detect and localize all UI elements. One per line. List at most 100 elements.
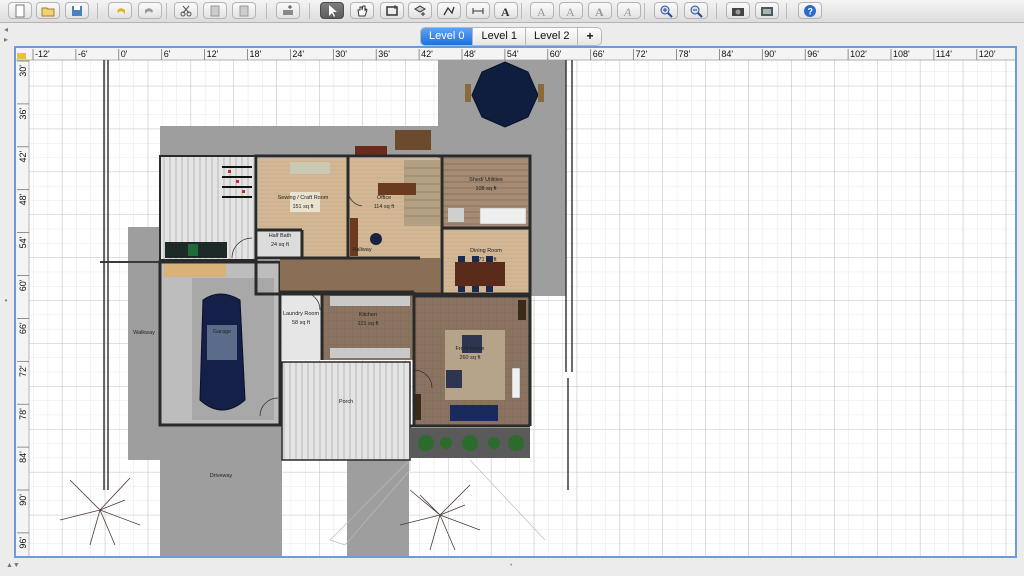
toolbar-separator (309, 3, 310, 19)
room-area-laundry: 58 sq ft (292, 320, 311, 326)
room-name-walkway: Walkway (133, 330, 155, 336)
text-style-2-button[interactable]: A (559, 2, 583, 19)
room-name-laundry: Laundry Room (283, 311, 319, 317)
gutter-arrow-icon[interactable]: ◂ (0, 26, 12, 34)
tv-stand (511, 367, 521, 399)
folder-icon (41, 7, 55, 16)
bold-icon: A (595, 5, 604, 18)
cut-button[interactable] (174, 2, 198, 19)
add-furniture-icon (283, 4, 293, 15)
patio-chair (538, 84, 544, 102)
gutter-arrow-icon[interactable]: ▸ (0, 36, 12, 44)
ruler-label: 60' (18, 279, 28, 291)
redo-button[interactable] (138, 2, 162, 19)
ruler-label: 102' (850, 49, 867, 59)
plan-view[interactable]: -12' -6' 0' 6' 12' 18' 24' 30' 36' 42' 48' 54' 60' 66… (14, 46, 1017, 558)
paste-button[interactable] (232, 2, 256, 19)
add-furniture-button[interactable] (276, 2, 300, 19)
tab-level-0[interactable]: Level 0 (421, 28, 474, 45)
create-polylines-button[interactable] (437, 2, 461, 19)
room-area-sewing: 151 sq ft (292, 204, 314, 210)
collapse-arrows-icon[interactable]: ▲▼ (6, 562, 20, 569)
garage-shelf (164, 264, 226, 277)
ruler-label: 78' (18, 408, 28, 420)
svg-text:A: A (566, 5, 575, 18)
room-name-front: Front Room (455, 346, 484, 352)
ruler-label: 84' (721, 49, 733, 59)
ruler-label: 18' (250, 49, 262, 59)
gutter-arrow-icon[interactable]: • (0, 297, 12, 305)
ruler-label: 6' (164, 49, 171, 59)
create-rooms-button[interactable] (408, 2, 432, 19)
hallway-floor (280, 258, 440, 294)
porch (281, 361, 411, 461)
room-name-garage: Garage (213, 329, 231, 335)
room-name-porch: Porch (339, 399, 353, 405)
text-style-icon: A (537, 5, 546, 18)
vertical-ruler (16, 48, 29, 556)
open-button[interactable] (36, 2, 60, 19)
help-button[interactable]: ? (798, 2, 822, 19)
text-style-1-button[interactable]: A (530, 2, 554, 19)
italic-text-button[interactable]: A (617, 2, 641, 19)
add-text-button[interactable]: A (494, 2, 518, 19)
room-name-driveway: Driveway (210, 473, 233, 479)
room-name-sewing: Sewing / Craft Room (278, 195, 329, 201)
cabinet (518, 300, 526, 320)
add-level-tab[interactable]: + (578, 28, 601, 45)
sofa (450, 405, 498, 421)
toolbar-separator (266, 3, 267, 19)
ruler-corner-icon (17, 53, 26, 59)
hand-icon (357, 5, 368, 16)
ruler-label: 36' (18, 108, 28, 120)
camera-icon (732, 7, 744, 16)
main-toolbar: A A A A A? (0, 0, 1024, 23)
dining-table (455, 262, 505, 286)
svg-text:A: A (501, 5, 510, 18)
save-button[interactable] (65, 2, 89, 19)
svg-text:A: A (537, 5, 546, 18)
room-area-office: 114 sq ft (374, 204, 395, 210)
washer (448, 208, 464, 222)
split-handle-icon[interactable]: • (510, 562, 512, 569)
copy-button[interactable] (203, 2, 227, 19)
ruler-label: 12' (207, 49, 219, 59)
room-name-hallway: Hallway (352, 247, 372, 253)
svg-text:?: ? (808, 6, 814, 16)
zoom-out-button[interactable] (684, 2, 708, 19)
create-dimensions-button[interactable] (466, 2, 490, 19)
pan-mode-button[interactable] (350, 2, 374, 19)
patio-umbrella (471, 61, 539, 128)
create-walls-button[interactable] (380, 2, 404, 19)
room-area-dining: 171 sq ft (475, 257, 497, 263)
toolbar-separator (166, 3, 167, 19)
select-mode-button[interactable] (320, 2, 344, 19)
ruler-label: 90' (764, 49, 776, 59)
ruler-label: 54' (18, 236, 28, 248)
create-photo-button[interactable] (726, 2, 750, 19)
kitchen-counter (330, 296, 410, 306)
ruler-label: -12' (35, 49, 50, 59)
patio-chair (465, 84, 471, 102)
rooms-icon (414, 4, 426, 16)
patio-table (395, 130, 431, 150)
zoom-in-button[interactable] (654, 2, 678, 19)
ruler-label: 96' (807, 49, 819, 59)
ruler-label: 30' (18, 65, 28, 77)
ruler-label: 90' (18, 494, 28, 506)
tab-level-2[interactable]: Level 2 (526, 28, 579, 45)
undo-icon (117, 7, 125, 14)
ruler-label: 72' (18, 365, 28, 377)
new-home-button[interactable] (8, 2, 32, 19)
video-icon (761, 6, 773, 16)
create-video-button[interactable] (755, 2, 779, 19)
ruler-label: 48' (18, 193, 28, 205)
ruler-label: 0' (121, 49, 128, 59)
bold-text-button[interactable]: A (588, 2, 612, 19)
ruler-label: 96' (18, 537, 28, 549)
paste-icon (239, 5, 249, 16)
room-area-shed: 108 sq ft (475, 186, 497, 192)
tab-level-1[interactable]: Level 1 (473, 28, 526, 45)
floor-plan-canvas[interactable]: -12' -6' 0' 6' 12' 18' 24' 30' 36' 42' 48' 54' 60' 66… (16, 48, 1016, 556)
undo-button[interactable] (108, 2, 132, 19)
